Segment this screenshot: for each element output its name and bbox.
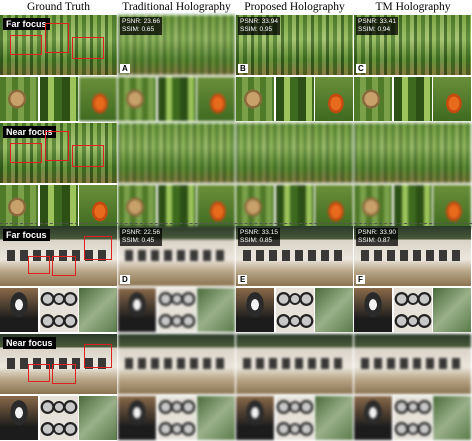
ssim-value: SSIM: 0.45 bbox=[122, 237, 155, 244]
column-header-tm: TM Holography bbox=[375, 1, 451, 13]
column-header-proposed: Proposed Holography bbox=[244, 1, 345, 13]
inset-highlight-box bbox=[10, 143, 42, 163]
focus-label: Far focus bbox=[3, 18, 50, 30]
inset-highlight-box bbox=[10, 35, 42, 55]
room-near-image bbox=[118, 334, 235, 394]
inset-highlight-box bbox=[52, 364, 76, 384]
dog-crop bbox=[118, 396, 156, 440]
panel-letter: B bbox=[238, 64, 248, 73]
dog-crop bbox=[354, 288, 392, 332]
metrics-badge: PSNR: 33.90 SSIM: 0.87 bbox=[356, 228, 398, 246]
metrics-badge: PSNR: 22.56 SSIM: 0.45 bbox=[120, 228, 162, 246]
inset-highlight-box bbox=[84, 236, 112, 260]
frog-crop bbox=[354, 77, 392, 121]
leaf-crop bbox=[315, 396, 353, 440]
frog-crop bbox=[118, 77, 156, 121]
psnr-value: PSNR: 23.66 bbox=[122, 18, 160, 25]
mirrors-crop bbox=[39, 288, 78, 332]
leaf-crop bbox=[197, 396, 235, 440]
stalk-crop bbox=[275, 77, 314, 121]
column-header-ground-truth: Ground Truth bbox=[27, 1, 90, 13]
ssim-value: SSIM: 0.94 bbox=[358, 26, 391, 33]
leaf-crop bbox=[315, 288, 353, 332]
leaf-crop bbox=[197, 288, 235, 332]
mirrors-crop bbox=[157, 288, 196, 332]
room-near-image bbox=[354, 334, 471, 394]
picture-frames bbox=[243, 250, 344, 261]
psnr-value: PSNR: 33.41 bbox=[358, 18, 396, 25]
bamboo-near-image bbox=[118, 123, 235, 183]
mirrors-crop bbox=[275, 396, 314, 440]
picture-frames bbox=[361, 250, 462, 261]
scene-separator bbox=[0, 223, 472, 224]
mirrors-crop bbox=[275, 288, 314, 332]
butterfly-crop bbox=[315, 77, 353, 121]
butterfly-crop bbox=[197, 77, 235, 121]
panel-letter: C bbox=[356, 64, 366, 73]
stalk-crop bbox=[393, 77, 432, 121]
dog-crop bbox=[0, 288, 38, 332]
metrics-badge: PSNR: 33.94 SSIM: 0.95 bbox=[238, 17, 280, 35]
bamboo-near-image bbox=[354, 123, 471, 183]
ssim-value: SSIM: 0.65 bbox=[122, 26, 155, 33]
picture-frames bbox=[361, 358, 462, 369]
psnr-value: PSNR: 22.56 bbox=[122, 229, 160, 236]
butterfly-crop bbox=[79, 77, 117, 121]
focus-label: Near focus bbox=[3, 337, 56, 349]
ssim-value: SSIM: 0.87 bbox=[358, 237, 391, 244]
frog-crop bbox=[236, 77, 274, 121]
focus-label: Far focus bbox=[3, 229, 50, 241]
metrics-badge: PSNR: 33.15 SSIM: 0.85 bbox=[238, 228, 280, 246]
dog-crop bbox=[0, 396, 38, 440]
panel-letter: A bbox=[120, 64, 130, 73]
butterfly-crop bbox=[433, 77, 471, 121]
inset-highlight-box bbox=[72, 145, 104, 167]
metrics-badge: PSNR: 23.66 SSIM: 0.65 bbox=[120, 17, 162, 35]
inset-highlight-box bbox=[28, 256, 50, 274]
leaf-crop bbox=[79, 396, 117, 440]
leaf-crop bbox=[433, 288, 471, 332]
picture-frames bbox=[125, 250, 226, 261]
panel-letter: E bbox=[238, 275, 248, 284]
dog-crop bbox=[354, 396, 392, 440]
inset-highlight-box bbox=[45, 23, 69, 53]
inset-highlight-box bbox=[52, 256, 76, 276]
dog-crop bbox=[118, 288, 156, 332]
mirrors-crop bbox=[393, 288, 432, 332]
mirrors-crop bbox=[393, 396, 432, 440]
psnr-value: PSNR: 33.15 bbox=[240, 229, 278, 236]
inset-highlight-box bbox=[45, 131, 69, 161]
dog-crop bbox=[236, 288, 274, 332]
frog-crop bbox=[0, 77, 38, 121]
leaf-crop bbox=[433, 396, 471, 440]
bamboo-near-image bbox=[236, 123, 353, 183]
stalk-crop bbox=[157, 77, 196, 121]
stalk-crop bbox=[39, 77, 78, 121]
psnr-value: PSNR: 33.90 bbox=[358, 229, 396, 236]
ssim-value: SSIM: 0.85 bbox=[240, 237, 273, 244]
picture-frames bbox=[243, 358, 344, 369]
leaf-crop bbox=[79, 288, 117, 332]
inset-highlight-box bbox=[84, 344, 112, 368]
inset-highlight-box bbox=[72, 37, 104, 59]
inset-highlight-box bbox=[28, 364, 50, 382]
mirrors-crop bbox=[39, 396, 78, 440]
panel-letter: D bbox=[120, 275, 130, 284]
room-near-image bbox=[236, 334, 353, 394]
metrics-badge: PSNR: 33.41 SSIM: 0.94 bbox=[356, 17, 398, 35]
panel-letter: F bbox=[356, 275, 365, 284]
picture-frames bbox=[125, 358, 226, 369]
psnr-value: PSNR: 33.94 bbox=[240, 18, 278, 25]
column-header-traditional: Traditional Holography bbox=[122, 1, 231, 13]
ssim-value: SSIM: 0.95 bbox=[240, 26, 273, 33]
mirrors-crop bbox=[157, 396, 196, 440]
dog-crop bbox=[236, 396, 274, 440]
